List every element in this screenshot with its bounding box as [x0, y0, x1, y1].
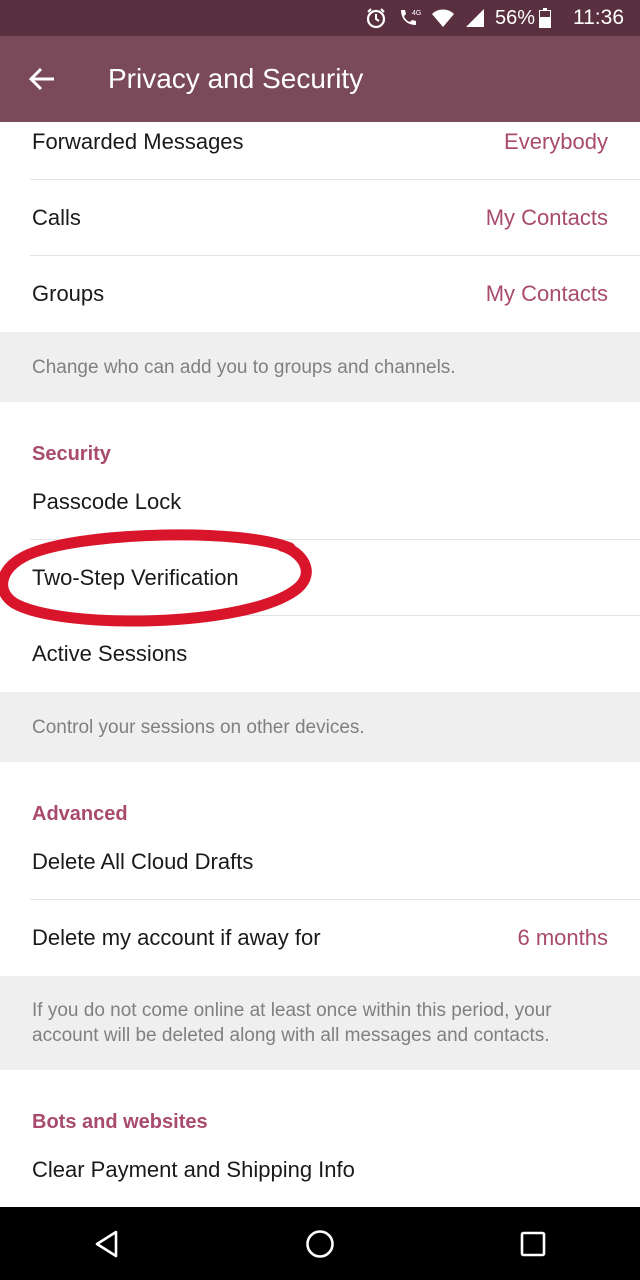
back-triangle-icon [92, 1229, 122, 1259]
arrow-left-icon [28, 65, 56, 93]
row-label: Calls [32, 205, 81, 230]
account-deletion-info-text: If you do not come online at least once … [0, 976, 640, 1070]
groups-row[interactable]: Groups My Contacts [0, 256, 640, 332]
row-label: Delete my account if away for [32, 925, 321, 950]
network-type-label: 4G [412, 10, 421, 17]
sessions-info-text: Control your sessions on other devices. [0, 692, 640, 762]
alarm-icon [365, 7, 387, 29]
back-button[interactable] [0, 36, 84, 122]
two-step-verification-row[interactable]: Two-Step Verification [0, 540, 640, 616]
row-value: My Contacts [485, 205, 608, 230]
forwarded-messages-row[interactable]: Forwarded Messages Everybody [0, 122, 640, 180]
row-value: 6 months [517, 925, 609, 950]
wifi-icon [431, 8, 455, 28]
app-bar: Privacy and Security [0, 36, 640, 122]
nav-recents-button[interactable] [493, 1207, 573, 1280]
row-label: Active Sessions [32, 641, 188, 666]
battery-percent: 56% [494, 6, 535, 29]
row-label: Forwarded Messages [32, 129, 244, 154]
recents-square-icon [519, 1230, 547, 1258]
row-label: Delete All Cloud Drafts [32, 849, 254, 874]
groups-info-text: Change who can add you to groups and cha… [0, 332, 640, 402]
clock: 11:36 [573, 6, 624, 29]
row-label: Groups [32, 281, 105, 306]
delete-cloud-drafts-row[interactable]: Delete All Cloud Drafts [0, 824, 640, 900]
clear-payment-info-row[interactable]: Clear Payment and Shipping Info [0, 1132, 640, 1207]
battery-icon [539, 8, 551, 28]
settings-list[interactable]: Forwarded Messages Everybody Calls My Co… [0, 122, 640, 1207]
home-circle-icon [304, 1228, 336, 1260]
row-value: My Contacts [485, 281, 608, 306]
nav-back-button[interactable] [67, 1207, 147, 1280]
status-bar: 4G 56% 11:36 [0, 0, 640, 36]
nav-home-button[interactable] [280, 1207, 360, 1280]
row-value: Everybody [504, 129, 608, 154]
volte-call-icon: 4G [397, 7, 421, 29]
row-label: Passcode Lock [32, 489, 182, 514]
row-label: Two-Step Verification [32, 565, 239, 590]
passcode-lock-row[interactable]: Passcode Lock [0, 464, 640, 540]
active-sessions-row[interactable]: Active Sessions [0, 616, 640, 692]
delete-account-row[interactable]: Delete my account if away for 6 months [0, 900, 640, 976]
page-title: Privacy and Security [108, 63, 364, 94]
system-navigation-bar [0, 1207, 640, 1280]
signal-icon [465, 8, 485, 28]
row-label: Clear Payment and Shipping Info [32, 1157, 355, 1182]
calls-row[interactable]: Calls My Contacts [0, 180, 640, 256]
